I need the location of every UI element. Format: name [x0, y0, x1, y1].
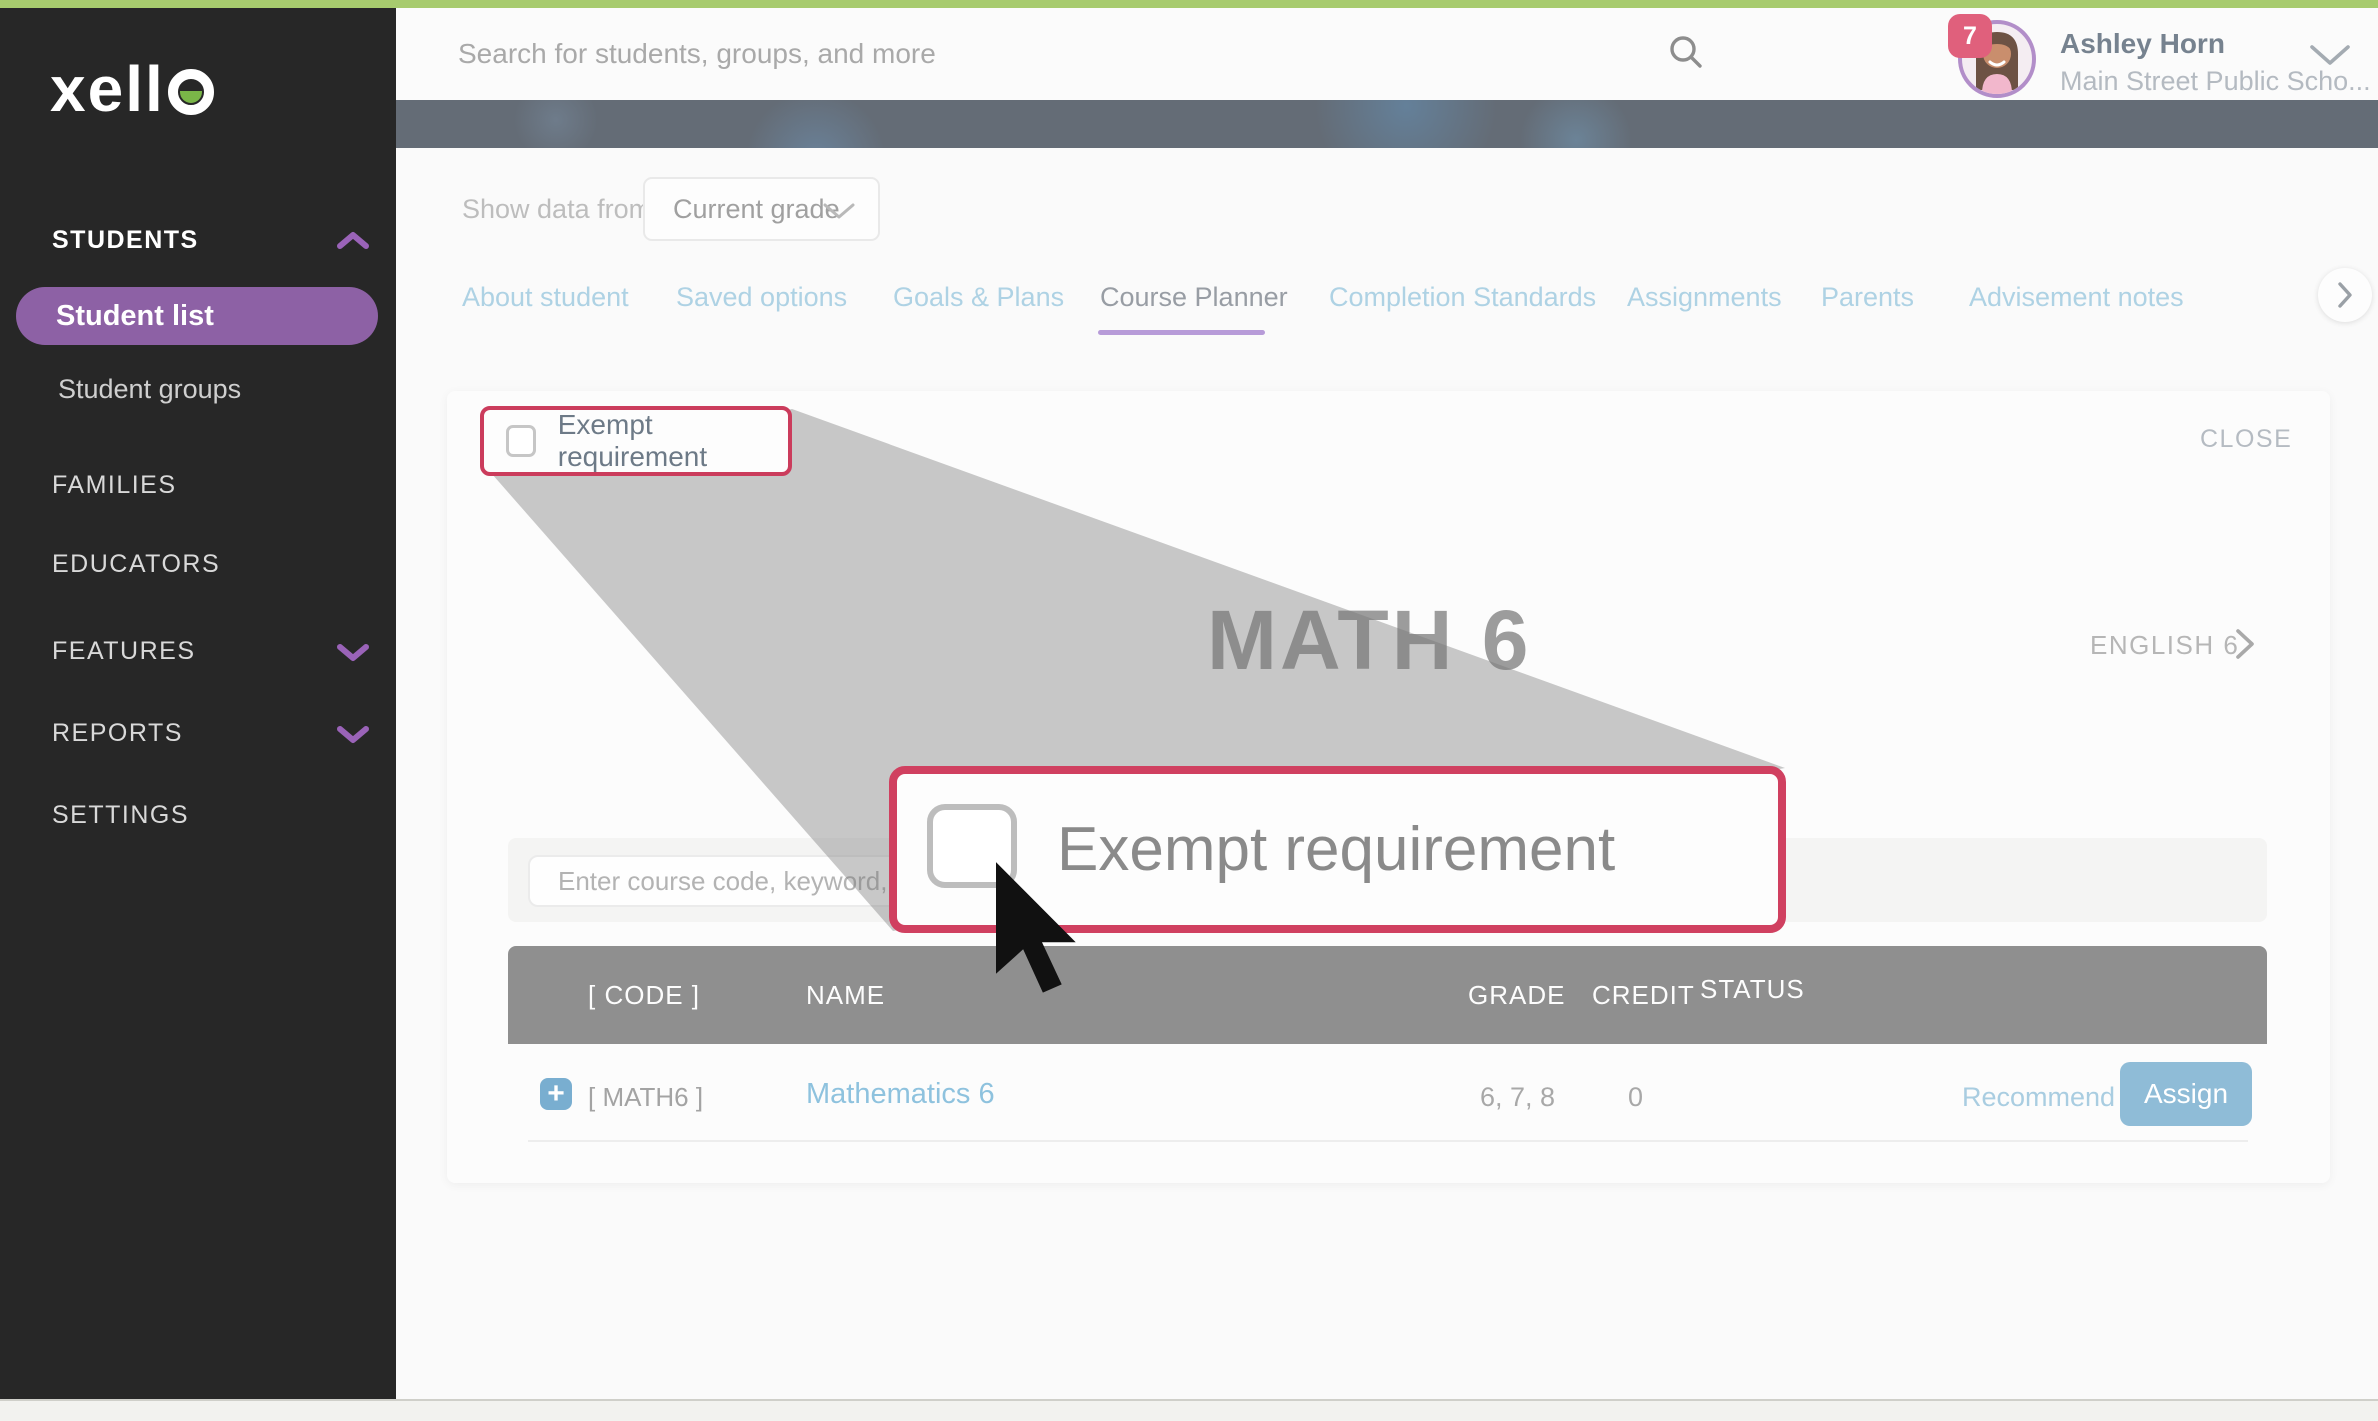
chevron-down-icon — [822, 201, 856, 221]
grade-dropdown[interactable]: Current grade — [643, 177, 880, 241]
grade-dropdown-value: Current grade — [673, 194, 840, 225]
assign-button[interactable]: Assign — [2120, 1062, 2252, 1126]
course-credit: 0 — [1628, 1082, 1643, 1113]
sidebar-item-settings[interactable]: SETTINGS — [52, 801, 189, 830]
sidebar-item-student-groups[interactable]: Student groups — [58, 374, 241, 405]
exempt-checkbox-label: Exempt requirement — [558, 409, 788, 473]
course-code: [ MATH6 ] — [588, 1082, 703, 1113]
sidebar-item-student-list[interactable]: Student list — [16, 287, 378, 345]
xello-logo[interactable]: xell — [50, 52, 214, 126]
row-divider — [528, 1140, 2248, 1142]
course-table-header: [ CODE ] NAME GRADE CREDIT STATUS — [508, 946, 2267, 1044]
course-name-link[interactable]: Mathematics 6 — [806, 1078, 995, 1111]
logo-text: xell — [50, 52, 165, 126]
user-organization: Main Street Public Scho... — [2060, 66, 2371, 97]
tab-course-planner[interactable]: Course Planner — [1100, 282, 1288, 313]
col-credit: CREDIT — [1592, 980, 1695, 1011]
chevron-right-icon[interactable] — [2232, 626, 2258, 662]
close-button[interactable]: CLOSE — [2200, 425, 2292, 454]
col-grade: GRADE — [1468, 980, 1565, 1011]
sidebar: xell STUDENTS Student list Student group… — [0, 8, 396, 1399]
sidebar-item-students[interactable]: STUDENTS — [52, 226, 199, 255]
exempt-requirement-checkbox-highlight: Exempt requirement — [480, 406, 792, 476]
exempt-checkbox[interactable] — [506, 425, 536, 457]
tab-advisement-notes[interactable]: Advisement notes — [1969, 282, 2184, 313]
logo-o-icon — [168, 69, 214, 115]
sidebar-item-features[interactable]: FEATURES — [52, 637, 196, 666]
sidebar-item-label: Student list — [56, 300, 214, 333]
chevron-right-icon — [2335, 280, 2355, 310]
tab-saved-options[interactable]: Saved options — [676, 282, 847, 313]
chevron-down-icon[interactable] — [336, 641, 370, 663]
global-search-input[interactable] — [456, 26, 1636, 82]
col-status: STATUS — [1700, 974, 1805, 1005]
col-name: NAME — [806, 980, 885, 1011]
sidebar-item-families[interactable]: FAMILIES — [52, 471, 177, 500]
exempt-callout-label: Exempt requirement — [1057, 814, 1615, 885]
course-subject-heading: MATH 6 — [1207, 592, 1531, 689]
sidebar-item-educators[interactable]: EDUCATORS — [52, 550, 220, 579]
chevron-down-icon[interactable] — [2308, 42, 2352, 68]
active-tab-underline — [1098, 330, 1265, 335]
header-banner-image — [396, 100, 2378, 148]
tab-parents[interactable]: Parents — [1821, 282, 1914, 313]
tab-about-student[interactable]: About student — [462, 282, 629, 313]
table-row: + [ MATH6 ] Mathematics 6 6, 7, 8 0 Reco… — [508, 1044, 2267, 1140]
expand-row-icon[interactable]: + — [540, 1078, 572, 1110]
course-grades: 6, 7, 8 — [1480, 1082, 1555, 1113]
user-name[interactable]: Ashley Horn — [2060, 28, 2225, 60]
notification-badge[interactable]: 7 — [1948, 14, 1992, 58]
col-code: [ CODE ] — [588, 980, 700, 1011]
chevron-down-icon[interactable] — [336, 723, 370, 745]
show-data-label: Show data from — [462, 194, 651, 225]
search-icon[interactable] — [1666, 32, 1706, 72]
recommend-link[interactable]: Recommend — [1962, 1082, 2115, 1113]
chevron-up-icon[interactable] — [336, 230, 370, 252]
top-accent-bar — [0, 0, 2378, 8]
tab-assignments[interactable]: Assignments — [1627, 282, 1782, 313]
top-bar: 7 Ashley Horn Main Street Public Scho... — [396, 8, 2378, 100]
next-course-label[interactable]: ENGLISH 6 — [2090, 630, 2239, 661]
window-bottom-edge — [0, 1399, 2378, 1421]
tab-goals-plans[interactable]: Goals & Plans — [893, 282, 1064, 313]
sidebar-item-reports[interactable]: REPORTS — [52, 719, 183, 748]
mouse-cursor-icon — [996, 862, 1088, 998]
tabs-scroll-right-button[interactable] — [2318, 268, 2372, 322]
tab-completion-standards[interactable]: Completion Standards — [1329, 282, 1596, 313]
app-window: xell STUDENTS Student list Student group… — [0, 0, 2378, 1421]
tab-label: Course Planner — [1100, 282, 1288, 312]
